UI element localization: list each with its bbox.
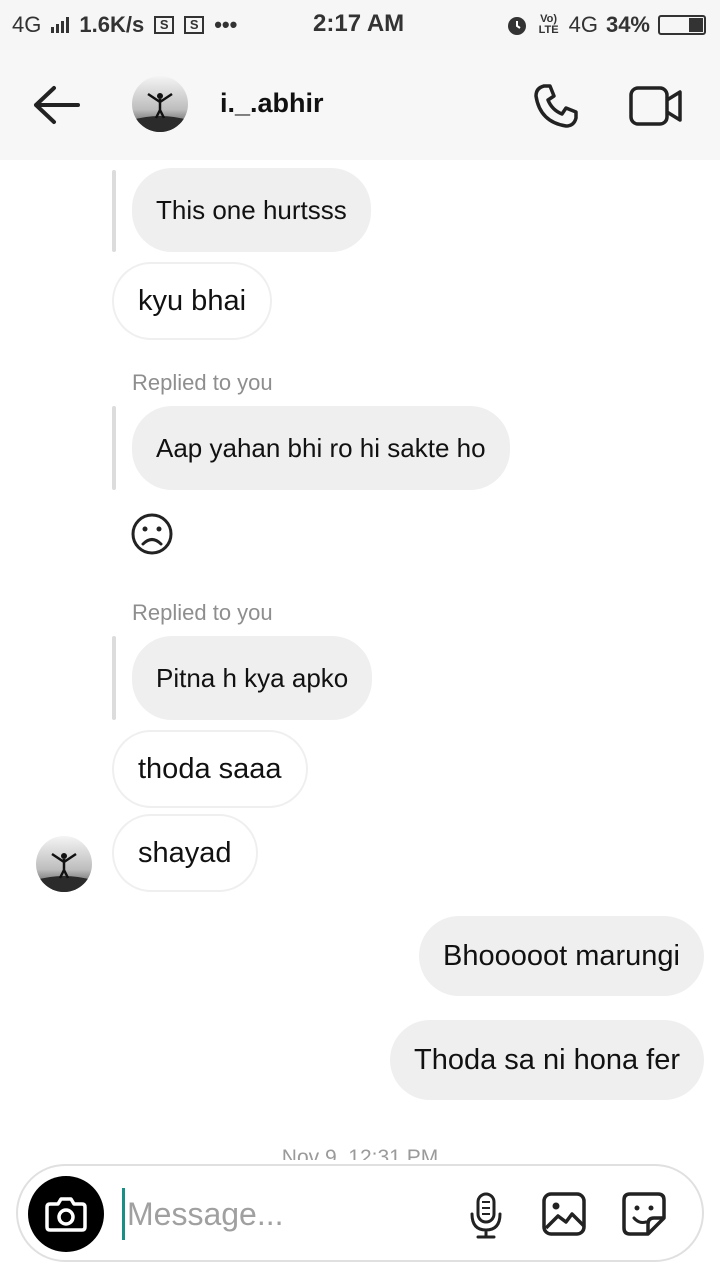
battery-icon bbox=[658, 15, 706, 35]
message-bubble-received[interactable]: shayad bbox=[112, 814, 258, 892]
sad-face-emoji[interactable] bbox=[128, 510, 176, 558]
status-right: Vo) LTE 4G 34% bbox=[505, 12, 706, 38]
chat-header: i._.abhir bbox=[0, 50, 720, 160]
message-composer bbox=[16, 1164, 704, 1262]
message-text: kyu bhai bbox=[138, 284, 247, 317]
message-text: Thoda sa ni hona fer bbox=[413, 1043, 680, 1076]
message-text: shayad bbox=[138, 836, 232, 869]
message-text: thoda saaa bbox=[138, 752, 282, 785]
microphone-icon[interactable] bbox=[466, 1190, 506, 1240]
clock: 2:17 AM bbox=[313, 10, 405, 37]
message-input[interactable] bbox=[122, 1188, 452, 1240]
network-type: 4G bbox=[12, 12, 42, 37]
network-speed: 1.6K/s bbox=[79, 12, 145, 37]
message-thread[interactable]: This one hurtsss kyu bhai Replied to you… bbox=[0, 160, 720, 1160]
volte-icon: Vo) LTE bbox=[538, 13, 559, 36]
message-bubble-received[interactable]: thoda saaa bbox=[112, 730, 308, 808]
back-arrow-icon[interactable] bbox=[28, 80, 84, 130]
s-notification-icon: S bbox=[184, 16, 205, 34]
sticker-icon[interactable] bbox=[620, 1190, 668, 1238]
reply-indicator bbox=[112, 406, 116, 490]
message-text: Pitna h kya apko bbox=[156, 662, 349, 693]
replied-to-you-label: Replied to you bbox=[132, 600, 273, 625]
camera-icon bbox=[45, 1197, 87, 1232]
battery-percent: 34% bbox=[605, 12, 650, 37]
network-type-right: 4G bbox=[568, 12, 598, 37]
reply-indicator bbox=[112, 636, 116, 720]
alarm-icon bbox=[507, 17, 526, 35]
gallery-icon[interactable] bbox=[540, 1190, 588, 1238]
camera-button[interactable] bbox=[28, 1176, 104, 1252]
message-bubble-received[interactable]: Pitna h kya apko bbox=[132, 636, 373, 720]
message-timestamp: Nov 9, 12:31 PM bbox=[281, 1146, 439, 1160]
signal-icon bbox=[51, 17, 70, 33]
more-notifications-icon: ••• bbox=[214, 12, 238, 37]
phone-icon[interactable] bbox=[530, 80, 582, 132]
message-text: This one hurtsss bbox=[156, 194, 347, 225]
message-text: Aap yahan bhi ro hi sakte ho bbox=[156, 432, 486, 463]
replied-to-you-label: Replied to you bbox=[132, 370, 273, 395]
reply-indicator bbox=[112, 170, 116, 252]
avatar-image bbox=[132, 76, 188, 132]
avatar[interactable] bbox=[132, 76, 188, 132]
sender-avatar[interactable] bbox=[36, 836, 92, 892]
video-camera-icon[interactable] bbox=[628, 84, 684, 128]
contact-username[interactable]: i._.abhir bbox=[220, 88, 324, 119]
message-bubble-received[interactable]: kyu bhai bbox=[112, 262, 273, 340]
status-bar: 4G 1.6K/s S S ••• 2:17 AM Vo) LTE 4G 34% bbox=[0, 0, 720, 50]
message-bubble-sent[interactable]: Thoda sa ni hona fer bbox=[389, 1020, 704, 1100]
message-bubble-received[interactable]: Aap yahan bhi ro hi sakte ho bbox=[132, 406, 510, 490]
status-left: 4G 1.6K/s S S ••• bbox=[12, 12, 237, 38]
avatar-image bbox=[36, 836, 92, 892]
message-bubble-received[interactable]: This one hurtsss bbox=[132, 168, 371, 252]
message-text: Bhooooot marungi bbox=[443, 939, 680, 972]
s-notification-icon: S bbox=[154, 16, 175, 34]
message-bubble-sent[interactable]: Bhooooot marungi bbox=[419, 916, 704, 996]
